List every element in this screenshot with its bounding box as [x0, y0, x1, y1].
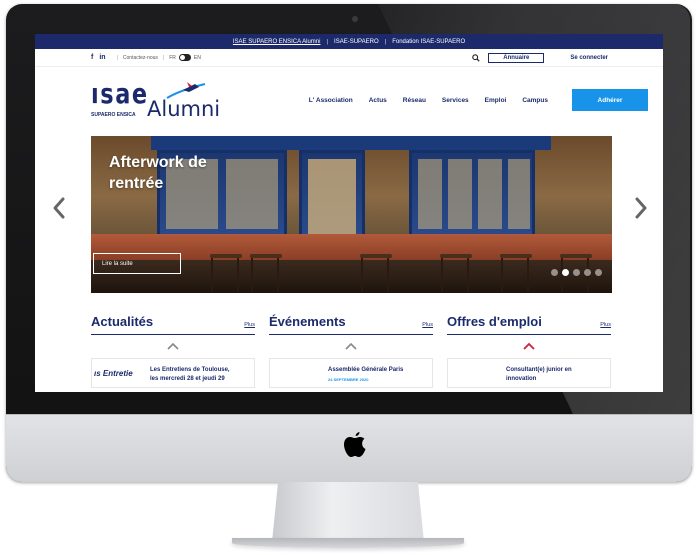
- site-logo[interactable]: ısae SUPAERO ENSICA Alumni: [91, 77, 221, 123]
- topbar-link-fondation[interactable]: Fondation ISAE-SUPAERO: [392, 39, 465, 45]
- utility-bar: f in | Contactez-nous | FR EN Annuaire S…: [35, 49, 663, 67]
- chevron-up-icon[interactable]: [523, 342, 535, 350]
- card-title: Assemblée Générale Paris: [328, 367, 404, 373]
- imac-stand-neck: [272, 482, 424, 542]
- camera-dot: [352, 16, 358, 22]
- content-sections: Actualités Plus ıs Entretie Les Entretie…: [91, 314, 612, 388]
- nav-item-campus[interactable]: Campus: [522, 97, 548, 104]
- card-subtitle: innovation: [506, 376, 537, 382]
- hero-image-pane: [226, 159, 278, 229]
- read-more-button[interactable]: Lire la suite: [93, 253, 181, 274]
- section-chevron-wrap: [447, 342, 611, 350]
- top-links-bar: ISAE SUPAERO ENSICA Alumni | ISAE-SUPAER…: [35, 34, 663, 49]
- card-thumbnail: ıs Entretie: [94, 369, 133, 378]
- card-date: 24 SEPTEMBRE 2020: [328, 377, 369, 382]
- section-offres-emploi: Offres d'emploi Plus Consultant(e) junio…: [447, 314, 611, 388]
- language-toggle[interactable]: [178, 54, 191, 61]
- nav-item-services[interactable]: Services: [442, 97, 469, 104]
- section-more-link[interactable]: Plus: [244, 322, 255, 328]
- section-title: Actualités: [91, 314, 154, 329]
- hero-image-awning: [151, 136, 551, 150]
- chevron-up-icon[interactable]: [345, 342, 357, 350]
- contact-link[interactable]: Contactez-nous: [123, 55, 158, 61]
- linkedin-icon[interactable]: in: [99, 54, 105, 61]
- search-icon[interactable]: [472, 53, 480, 62]
- nav-menu: L' Association Actus Réseau Services Emp…: [221, 97, 548, 104]
- airplane-logo-icon: [166, 82, 206, 99]
- hero-title-line: rentrée: [109, 175, 164, 192]
- facebook-icon[interactable]: f: [91, 54, 93, 61]
- topbar-separator: |: [326, 38, 329, 45]
- news-card[interactable]: ıs Entretie Les Entretiens de Toulouse, …: [91, 358, 255, 388]
- section-more-link[interactable]: Plus: [422, 322, 433, 328]
- section-title: Événements: [269, 314, 346, 329]
- carousel-dot[interactable]: [562, 269, 569, 276]
- topbar-separator: |: [384, 38, 387, 45]
- main-navigation: ısae SUPAERO ENSICA Alumni L' Associatio…: [35, 67, 663, 133]
- event-card[interactable]: Assemblée Générale Paris 24 SEPTEMBRE 20…: [269, 358, 433, 388]
- chevron-left-icon[interactable]: [51, 196, 67, 220]
- hero-image-pane: [448, 159, 472, 229]
- carousel-dot[interactable]: [573, 269, 580, 276]
- section-more-link[interactable]: Plus: [600, 322, 611, 328]
- hero-image-pane: [418, 159, 442, 229]
- utility-divider: |: [162, 54, 165, 61]
- nav-item-association[interactable]: L' Association: [309, 97, 353, 104]
- hero-image-pane: [478, 159, 502, 229]
- hero-image-door: [299, 150, 365, 238]
- login-link[interactable]: Se connecter: [570, 55, 608, 61]
- hero-title: Afterwork de rentrée: [109, 152, 207, 194]
- carousel-dot[interactable]: [595, 269, 602, 276]
- hero-image-pane: [308, 159, 356, 235]
- annuaire-button[interactable]: Annuaire: [488, 52, 545, 63]
- imac-stand-foot: [232, 538, 464, 548]
- chevron-up-icon[interactable]: [167, 342, 179, 350]
- job-card[interactable]: Consultant(e) junior en innovation: [447, 358, 611, 388]
- hero-image-stool: [500, 254, 532, 292]
- hero-image-stool: [250, 254, 282, 292]
- carousel-dot[interactable]: [551, 269, 558, 276]
- hero-title-line: Afterwork de: [109, 154, 207, 171]
- topbar-link-alumni[interactable]: ISAE SUPAERO ENSICA Alumni: [233, 39, 321, 45]
- logo-isae-text: ısae: [91, 77, 149, 110]
- hero-image-stool: [360, 254, 392, 292]
- section-header: Offres d'emploi Plus: [447, 314, 611, 335]
- utility-divider: |: [116, 54, 118, 61]
- hero-image-pane: [508, 159, 530, 229]
- card-title: Consultant(e) junior en: [506, 367, 572, 373]
- nav-item-actus[interactable]: Actus: [369, 97, 387, 104]
- carousel-dots: [551, 269, 602, 276]
- section-chevron-wrap: [269, 342, 433, 350]
- browser-screen: ISAE SUPAERO ENSICA Alumni | ISAE-SUPAER…: [35, 34, 663, 392]
- card-title: Les Entretiens de Toulouse,: [150, 367, 230, 373]
- topbar-link-isae[interactable]: ISAE-SUPAERO: [334, 39, 379, 45]
- section-evenements: Événements Plus Assemblée Générale Paris…: [269, 314, 433, 388]
- section-header: Actualités Plus: [91, 314, 255, 335]
- hero-image-stool: [210, 254, 242, 292]
- carousel-dot[interactable]: [584, 269, 591, 276]
- section-actualites: Actualités Plus ıs Entretie Les Entretie…: [91, 314, 255, 388]
- section-chevron-wrap: [91, 342, 255, 350]
- hero-image-window: [409, 150, 535, 238]
- section-title: Offres d'emploi: [447, 314, 542, 329]
- card-subtitle: les mercredi 28 et jeudi 29: [150, 376, 225, 382]
- chevron-right-icon[interactable]: [633, 196, 649, 220]
- adherer-button[interactable]: Adhérer: [572, 89, 648, 111]
- lang-en-label[interactable]: EN: [194, 55, 201, 61]
- apple-logo-icon: [344, 432, 366, 457]
- section-header: Événements Plus: [269, 314, 433, 335]
- hero-image-stool: [440, 254, 472, 292]
- nav-item-reseau[interactable]: Réseau: [403, 97, 426, 104]
- nav-item-emploi[interactable]: Emploi: [485, 97, 507, 104]
- logo-subtext: SUPAERO ENSICA: [91, 112, 136, 118]
- hero-carousel[interactable]: Afterwork de rentrée Lire la suite: [91, 136, 612, 293]
- lang-fr-label[interactable]: FR: [169, 55, 176, 61]
